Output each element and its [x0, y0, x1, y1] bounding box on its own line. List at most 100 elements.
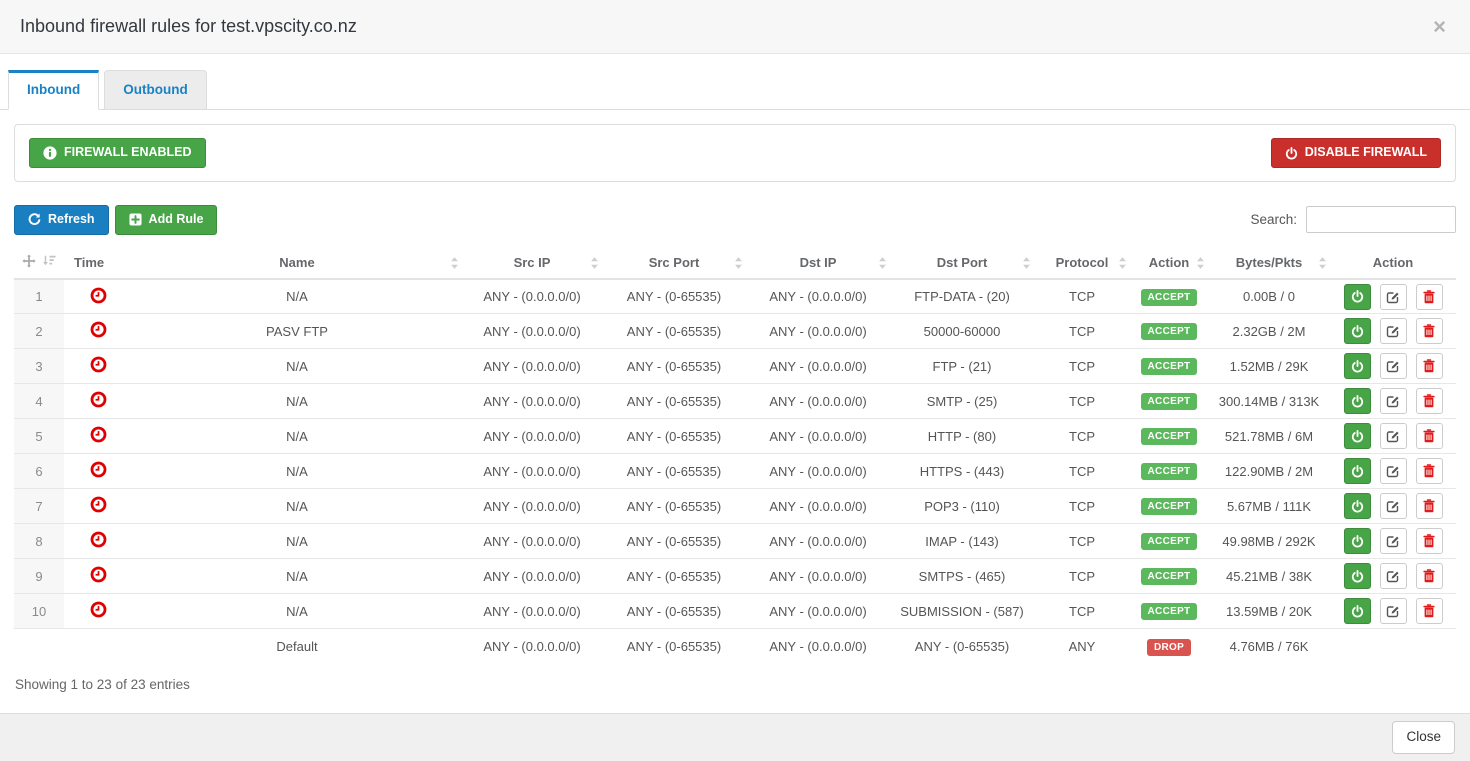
protocol-cell: TCP: [1034, 349, 1130, 384]
edit-rule-button[interactable]: [1380, 563, 1407, 589]
toggle-rule-button[interactable]: [1344, 318, 1371, 344]
column-header-name[interactable]: Name: [132, 248, 462, 279]
time-restriction-button[interactable]: [90, 461, 107, 478]
delete-rule-button[interactable]: [1416, 528, 1443, 554]
column-label: Time: [74, 255, 104, 270]
refresh-button[interactable]: Refresh: [14, 205, 109, 235]
trash-icon: [1423, 324, 1435, 338]
time-restriction-button[interactable]: [90, 496, 107, 513]
time-restriction-button[interactable]: [90, 566, 107, 583]
action-cell: ACCEPT: [1130, 454, 1208, 489]
delete-rule-button[interactable]: [1416, 318, 1443, 344]
dst-ip-cell: ANY - (0.0.0.0/0): [746, 629, 890, 664]
edit-icon: [1386, 464, 1400, 478]
delete-rule-button[interactable]: [1416, 598, 1443, 624]
edit-rule-button[interactable]: [1380, 528, 1407, 554]
row-actions-cell: [1330, 279, 1456, 314]
bytes-pkts-cell: 1.52MB / 29K: [1208, 349, 1330, 384]
protocol-cell: TCP: [1034, 594, 1130, 629]
column-label: Action: [1373, 255, 1413, 270]
toggle-rule-button[interactable]: [1344, 284, 1371, 310]
edit-rule-button[interactable]: [1380, 458, 1407, 484]
time-restriction-button[interactable]: [90, 601, 107, 618]
edit-rule-button[interactable]: [1380, 318, 1407, 344]
action-cell: ACCEPT: [1130, 279, 1208, 314]
row-actions-cell: [1330, 314, 1456, 349]
column-header-protocol[interactable]: Protocol: [1034, 248, 1130, 279]
action-cell: ACCEPT: [1130, 349, 1208, 384]
delete-rule-button[interactable]: [1416, 423, 1443, 449]
time-restriction-button[interactable]: [90, 531, 107, 548]
edit-icon: [1386, 569, 1400, 583]
delete-rule-button[interactable]: [1416, 563, 1443, 589]
add-rule-button[interactable]: Add Rule: [115, 205, 218, 235]
close-button[interactable]: Close: [1392, 721, 1455, 754]
tab-outbound[interactable]: Outbound: [104, 70, 206, 109]
firewall-enabled-button[interactable]: FIREWALL ENABLED: [29, 138, 206, 168]
toggle-rule-button[interactable]: [1344, 563, 1371, 589]
sort-amount-icon[interactable]: [42, 254, 56, 268]
toggle-rule-button[interactable]: [1344, 458, 1371, 484]
edit-icon: [1386, 290, 1400, 304]
close-icon[interactable]: ×: [1429, 16, 1450, 38]
delete-rule-button[interactable]: [1416, 493, 1443, 519]
time-restriction-button[interactable]: [90, 391, 107, 408]
src-ip-cell: ANY - (0.0.0.0/0): [462, 594, 602, 629]
column-header-src-ip[interactable]: Src IP: [462, 248, 602, 279]
toggle-rule-button[interactable]: [1344, 353, 1371, 379]
delete-rule-button[interactable]: [1416, 388, 1443, 414]
edit-rule-button[interactable]: [1380, 493, 1407, 519]
toggle-rule-button[interactable]: [1344, 388, 1371, 414]
column-header-action[interactable]: Action: [1130, 248, 1208, 279]
clock-icon: [90, 356, 107, 373]
column-header-src-port[interactable]: Src Port: [602, 248, 746, 279]
time-cell: [64, 419, 132, 454]
bytes-pkts-cell: 2.32GB / 2M: [1208, 314, 1330, 349]
search-input[interactable]: [1306, 206, 1456, 233]
time-restriction-button[interactable]: [90, 356, 107, 373]
time-restriction-button[interactable]: [90, 426, 107, 443]
table-row: 7N/AANY - (0.0.0.0/0)ANY - (0-65535)ANY …: [14, 489, 1456, 524]
toggle-rule-button[interactable]: [1344, 493, 1371, 519]
modal-title: Inbound firewall rules for test.vpscity.…: [20, 16, 1429, 37]
clock-icon: [90, 426, 107, 443]
edit-rule-button[interactable]: [1380, 353, 1407, 379]
table-row: 6N/AANY - (0.0.0.0/0)ANY - (0-65535)ANY …: [14, 454, 1456, 489]
src-ip-cell: ANY - (0.0.0.0/0): [462, 489, 602, 524]
delete-rule-button[interactable]: [1416, 284, 1443, 310]
power-icon: [1351, 605, 1364, 618]
delete-rule-button[interactable]: [1416, 353, 1443, 379]
dst-port-cell: FTP-DATA - (20): [890, 279, 1034, 314]
toggle-rule-button[interactable]: [1344, 598, 1371, 624]
edit-rule-button[interactable]: [1380, 388, 1407, 414]
dst-port-cell: SUBMISSION - (587): [890, 594, 1034, 629]
time-restriction-button[interactable]: [90, 321, 107, 338]
clock-icon: [90, 287, 107, 304]
column-header-dst-port[interactable]: Dst Port: [890, 248, 1034, 279]
toggle-rule-button[interactable]: [1344, 423, 1371, 449]
edit-rule-button[interactable]: [1380, 598, 1407, 624]
row-index: 8: [14, 524, 64, 559]
tab-inbound[interactable]: Inbound: [8, 70, 99, 110]
delete-rule-button[interactable]: [1416, 458, 1443, 484]
column-label: Dst IP: [800, 255, 837, 270]
action-cell: ACCEPT: [1130, 594, 1208, 629]
dst-port-cell: HTTP - (80): [890, 419, 1034, 454]
action-badge: ACCEPT: [1141, 289, 1198, 306]
column-header-bytes-pkts[interactable]: Bytes/Pkts: [1208, 248, 1330, 279]
disable-firewall-button[interactable]: DISABLE FIREWALL: [1271, 138, 1441, 168]
time-restriction-button[interactable]: [90, 287, 107, 304]
src-port-cell: ANY - (0-65535): [602, 454, 746, 489]
action-badge: ACCEPT: [1141, 463, 1198, 480]
edit-rule-button[interactable]: [1380, 423, 1407, 449]
dst-ip-cell: ANY - (0.0.0.0/0): [746, 384, 890, 419]
column-label: Name: [279, 255, 314, 270]
row-actions-cell: [1330, 419, 1456, 454]
dst-ip-cell: ANY - (0.0.0.0/0): [746, 524, 890, 559]
edit-rule-button[interactable]: [1380, 284, 1407, 310]
protocol-cell: TCP: [1034, 314, 1130, 349]
clock-icon: [90, 566, 107, 583]
trash-icon: [1423, 429, 1435, 443]
toggle-rule-button[interactable]: [1344, 528, 1371, 554]
column-header-dst-ip[interactable]: Dst IP: [746, 248, 890, 279]
